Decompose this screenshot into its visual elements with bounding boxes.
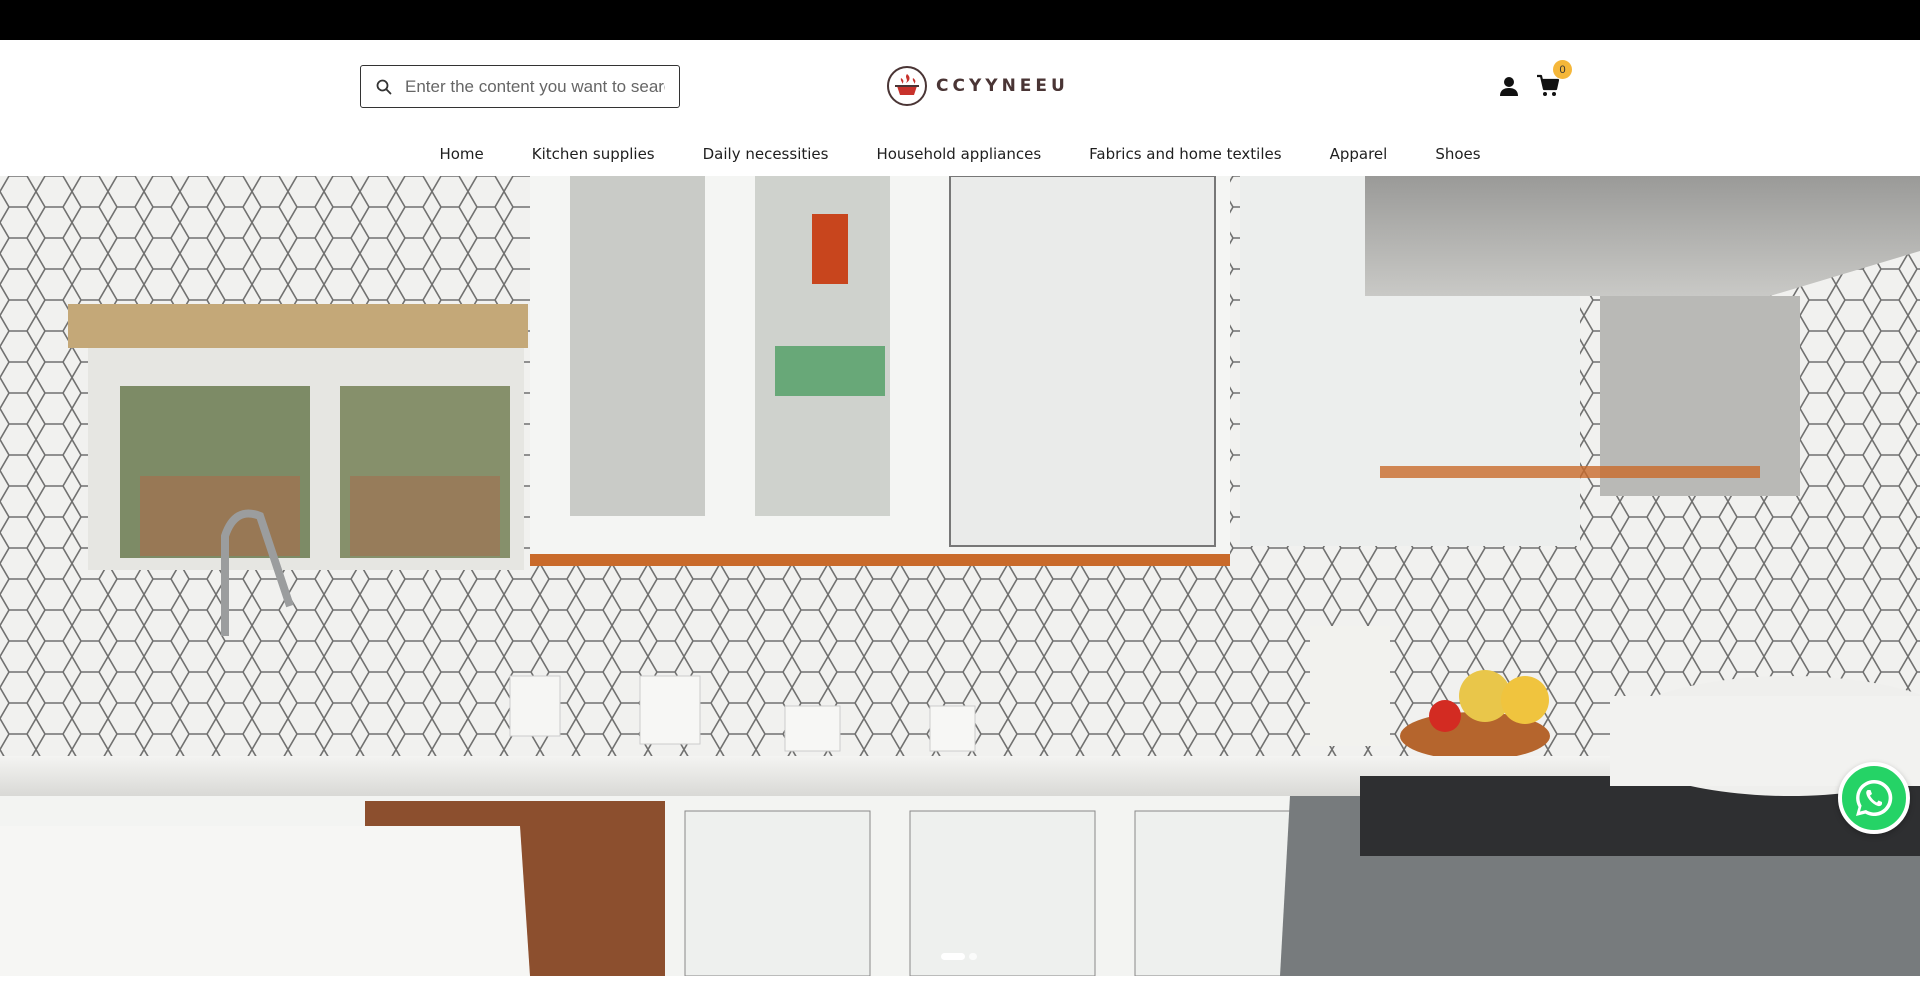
nav-item-daily-necessities[interactable]: Daily necessities bbox=[679, 142, 853, 166]
nav-item-shoes[interactable]: Shoes bbox=[1411, 142, 1504, 166]
carousel-dots bbox=[941, 953, 977, 960]
kitchen-hero-image bbox=[0, 176, 1920, 976]
nav-item-household-appliances[interactable]: Household appliances bbox=[852, 142, 1065, 166]
cart-count-badge: 0 bbox=[1553, 60, 1572, 79]
nav-item-fabrics-home-textiles[interactable]: Fabrics and home textiles bbox=[1065, 142, 1305, 166]
site-header: CCYYNEEU 0 Home Kitchen supplies Daily n… bbox=[0, 40, 1920, 176]
cart-icon bbox=[1537, 74, 1560, 96]
carousel-dot-2[interactable] bbox=[969, 953, 977, 960]
user-icon[interactable] bbox=[1496, 73, 1522, 99]
pot-flame-logo-icon bbox=[887, 66, 927, 106]
top-announcement-bar bbox=[0, 0, 1920, 40]
header-actions: 0 bbox=[1496, 60, 1572, 106]
cart-button[interactable]: 0 bbox=[1534, 60, 1572, 100]
nav-item-apparel[interactable]: Apparel bbox=[1306, 142, 1412, 166]
whatsapp-chat-button[interactable] bbox=[1838, 762, 1910, 834]
main-nav: Home Kitchen supplies Daily necessities … bbox=[0, 142, 1920, 166]
brand-logo[interactable]: CCYYNEEU bbox=[886, 64, 1069, 108]
whatsapp-icon bbox=[1856, 779, 1893, 816]
hero-banner[interactable] bbox=[0, 176, 1920, 976]
nav-item-kitchen-supplies[interactable]: Kitchen supplies bbox=[508, 142, 679, 166]
search-box[interactable] bbox=[360, 65, 680, 108]
search-input[interactable] bbox=[405, 76, 665, 97]
search-icon[interactable] bbox=[375, 78, 393, 96]
nav-item-home[interactable]: Home bbox=[415, 142, 507, 166]
brand-name: CCYYNEEU bbox=[936, 76, 1069, 96]
carousel-dot-1[interactable] bbox=[941, 953, 965, 960]
